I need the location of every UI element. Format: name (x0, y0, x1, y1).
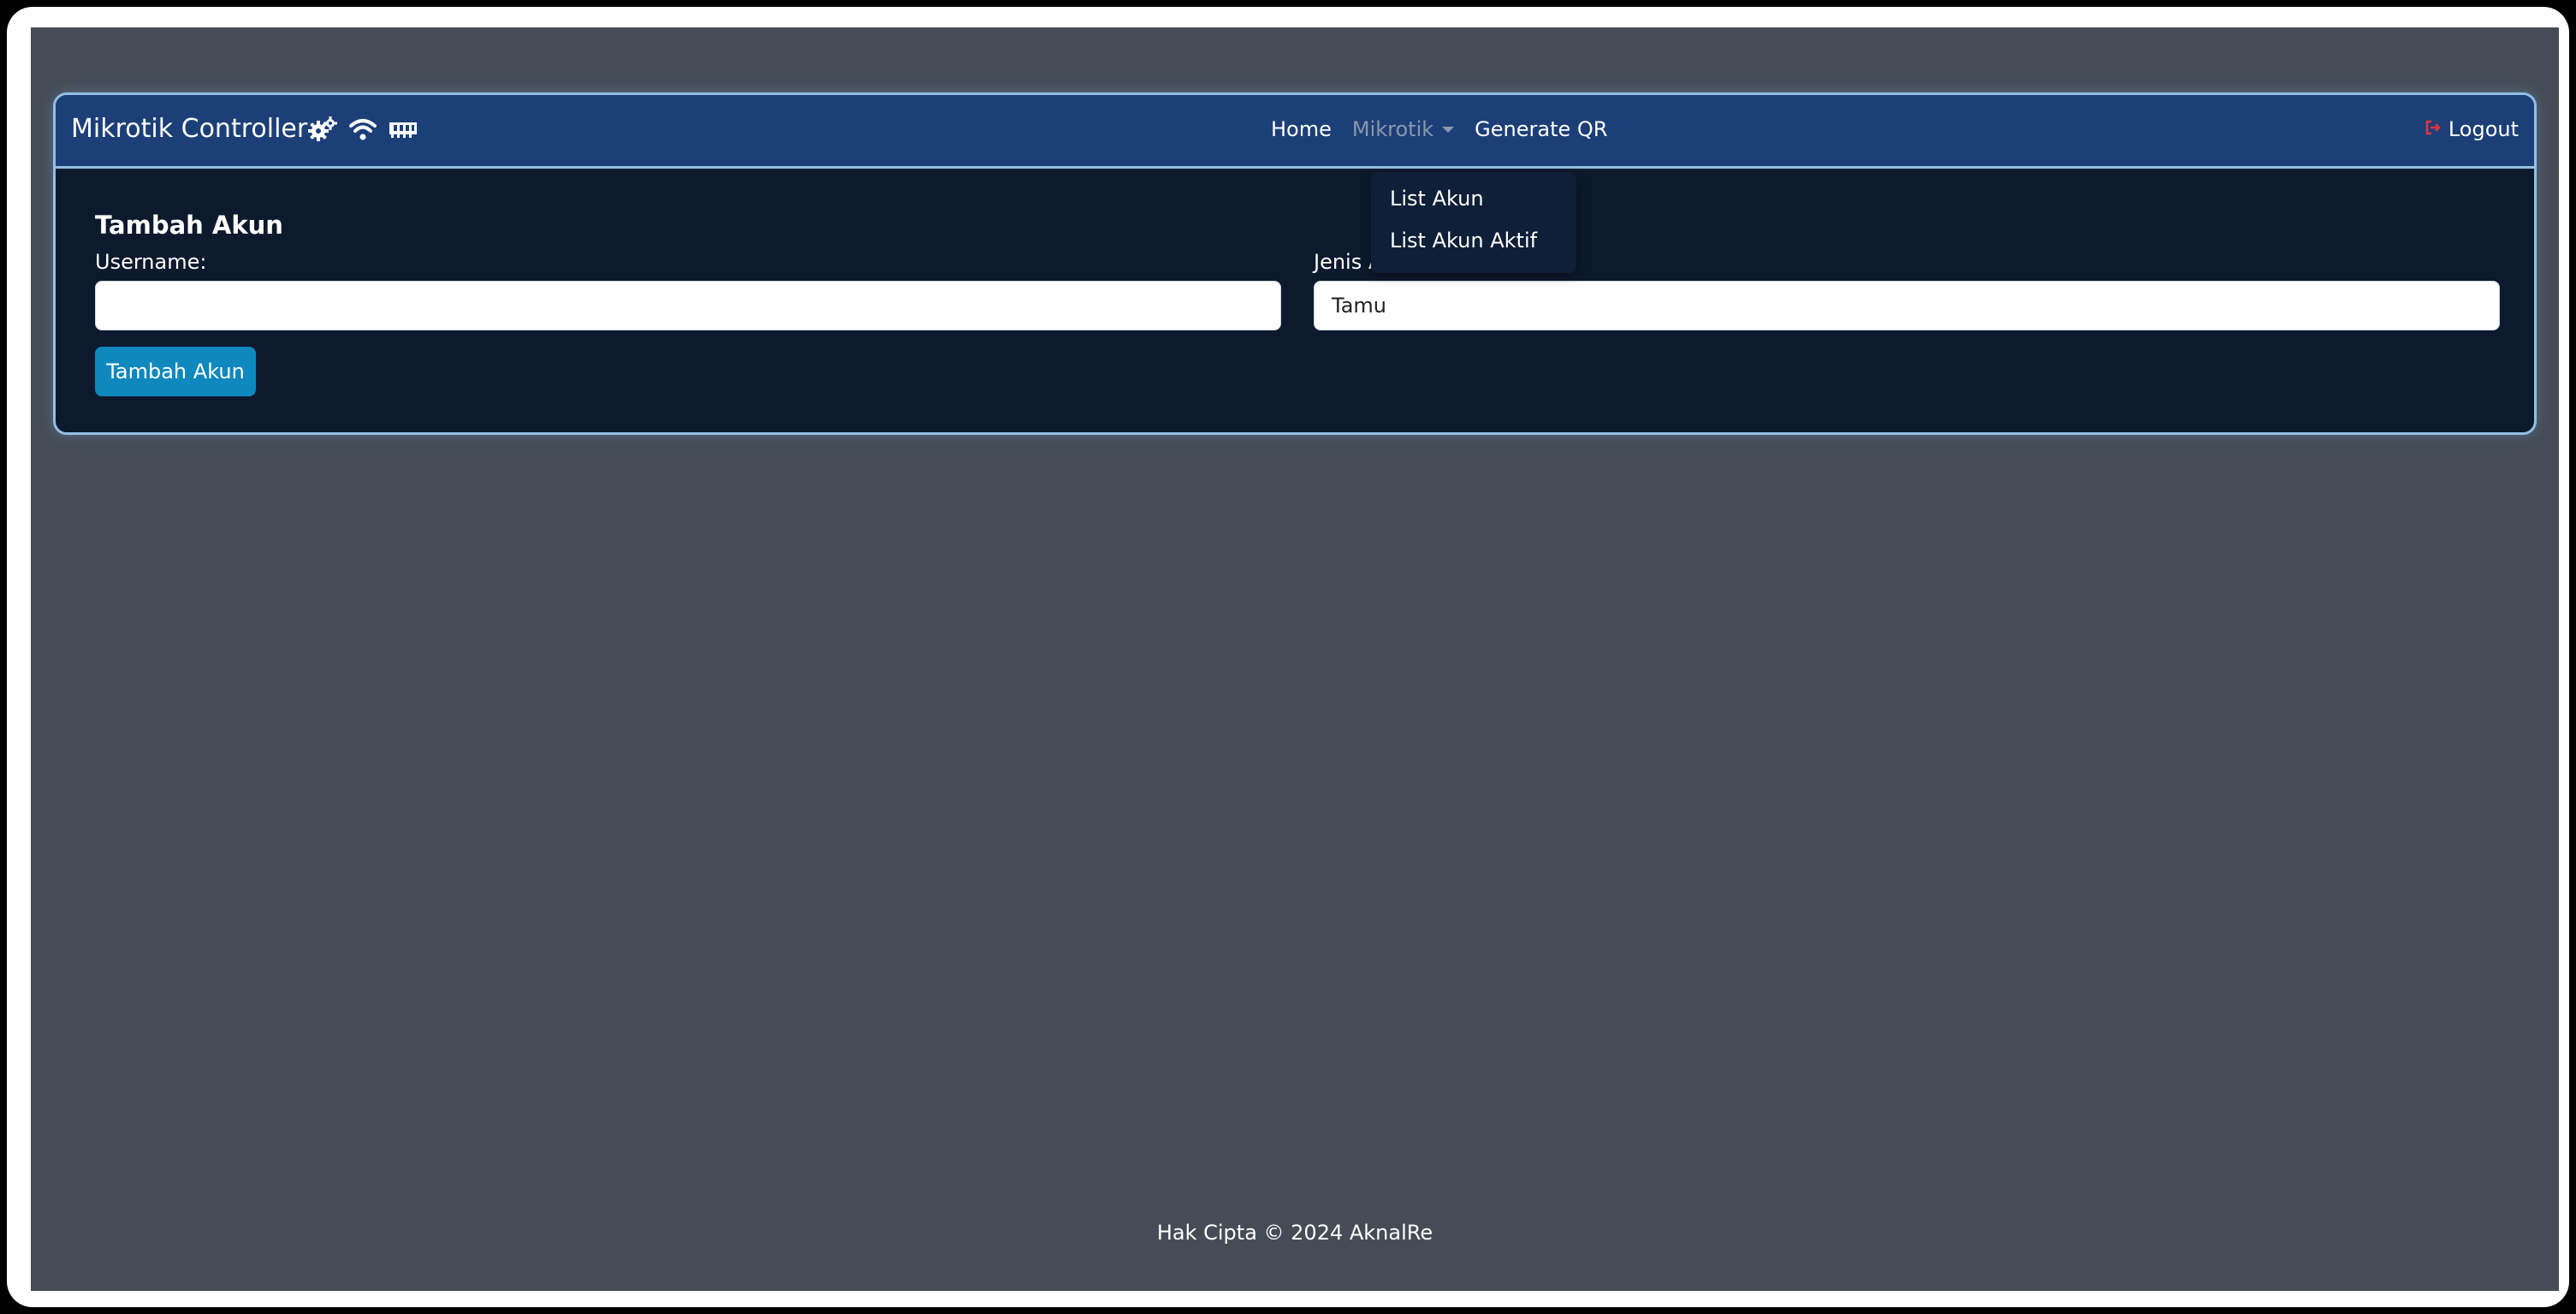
sign-out-icon (2425, 114, 2442, 145)
tambah-akun-button[interactable]: Tambah Akun (95, 347, 256, 396)
brand-icons (308, 114, 418, 145)
nav-home[interactable]: Home (1271, 114, 1332, 145)
form-title: Tambah Akun (95, 211, 283, 240)
mikrotik-dropdown-menu: List Akun List Akun Aktif (1371, 172, 1576, 273)
nav-generate-qr[interactable]: Generate QR (1475, 114, 1607, 145)
username-label: Username: (95, 250, 207, 274)
logout-label: Logout (2448, 117, 2519, 141)
nav-mikrotik-dropdown[interactable]: Mikrotik (1351, 114, 1455, 145)
username-input[interactable] (95, 281, 1281, 330)
dropdown-item-list-akun[interactable]: List Akun (1390, 184, 1484, 213)
footer-copyright: Hak Cipta © 2024 AknalRe (1156, 1221, 1433, 1245)
page-background: Mikrotik Controller Home Mikrotik Genera… (31, 27, 2559, 1291)
device-frame: Mikrotik Controller Home Mikrotik Genera… (7, 7, 2569, 1307)
memory-icon (389, 119, 418, 140)
main-card: Mikrotik Controller Home Mikrotik Genera… (53, 92, 2537, 435)
logout-link[interactable]: Logout (2425, 114, 2519, 145)
nav-links: Home Mikrotik Generate QR (1271, 114, 1607, 145)
brand-title[interactable]: Mikrotik Controller (71, 112, 307, 146)
caret-down-icon (1442, 126, 1455, 133)
cogs-icon (308, 116, 337, 142)
dropdown-item-list-akun-aktif[interactable]: List Akun Aktif (1390, 226, 1537, 255)
navbar: Mikrotik Controller Home Mikrotik Genera… (56, 95, 2534, 169)
nav-mikrotik-label: Mikrotik (1351, 117, 1434, 141)
jenis-akun-select[interactable]: Tamu (1314, 281, 2500, 330)
wifi-icon (349, 117, 377, 141)
